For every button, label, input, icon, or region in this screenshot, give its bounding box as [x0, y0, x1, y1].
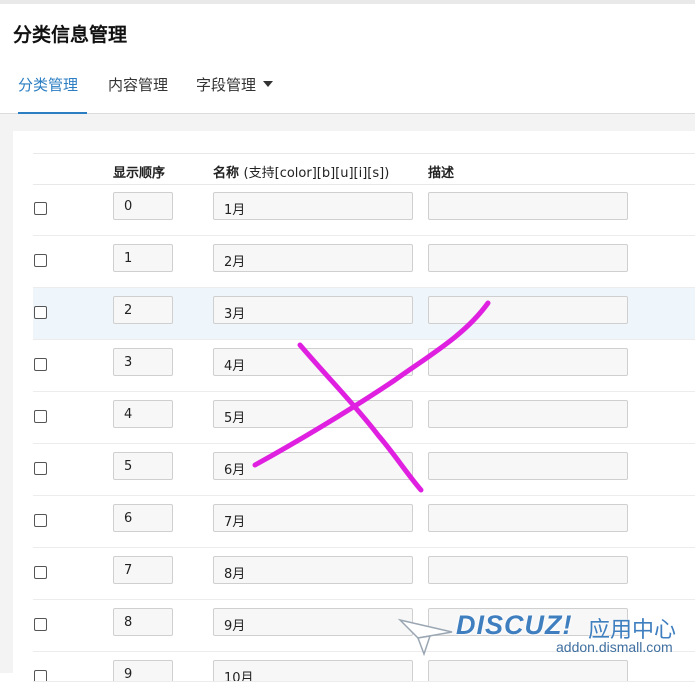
name-input[interactable]: 5月	[213, 400, 413, 428]
order-input[interactable]: 8	[113, 608, 173, 636]
row-checkbox[interactable]	[34, 566, 47, 579]
name-input[interactable]: 9月	[213, 608, 413, 636]
description-input[interactable]	[428, 504, 628, 532]
name-input[interactable]: 1月	[213, 192, 413, 220]
description-input[interactable]	[428, 296, 628, 324]
name-input[interactable]: 3月	[213, 296, 413, 324]
row-checkbox[interactable]	[34, 670, 47, 681]
description-input[interactable]	[428, 400, 628, 428]
order-input[interactable]: 5	[113, 452, 173, 480]
tab-label: 分类管理	[18, 76, 79, 94]
order-input[interactable]: 4	[113, 400, 173, 428]
name-input[interactable]: 4月	[213, 348, 413, 376]
order-input[interactable]: 6	[113, 504, 173, 532]
row-checkbox[interactable]	[34, 410, 47, 423]
chevron-down-icon	[263, 81, 274, 87]
order-input[interactable]: 1	[113, 244, 173, 272]
column-header-name-hint: (支持[color][b][u][i][s])	[243, 166, 390, 181]
table-row: 1 2月	[33, 236, 695, 288]
column-header-name: 名称 (支持[color][b][u][i][s])	[213, 162, 389, 181]
paper-plane-icon	[398, 618, 453, 656]
order-input[interactable]: 3	[113, 348, 173, 376]
table-row: 0 1月	[33, 184, 695, 236]
row-checkbox[interactable]	[34, 306, 47, 319]
name-input[interactable]: 7月	[213, 504, 413, 532]
tab-field-management[interactable]: 字段管理	[196, 74, 274, 112]
order-input[interactable]: 9	[113, 660, 173, 681]
name-input[interactable]: 8月	[213, 556, 413, 584]
tab-category-management[interactable]: 分类管理	[18, 74, 87, 114]
column-header-order: 显示顺序	[113, 166, 166, 181]
table-row: 3 4月	[33, 340, 695, 392]
page-title: 分类信息管理	[13, 24, 128, 46]
row-checkbox[interactable]	[34, 358, 47, 371]
description-input[interactable]	[428, 192, 628, 220]
tab-bar: 分类管理 内容管理 字段管理	[0, 62, 695, 114]
tab-label: 字段管理	[196, 76, 257, 94]
row-checkbox[interactable]	[34, 254, 47, 267]
description-input[interactable]	[428, 556, 628, 584]
table-row: 4 5月	[33, 392, 695, 444]
watermark-brand: DISCUZ!	[456, 610, 573, 640]
order-input[interactable]: 0	[113, 192, 173, 220]
row-checkbox[interactable]	[34, 618, 47, 631]
name-input[interactable]: 10月	[213, 660, 413, 681]
table-header: 显示顺序 名称 (支持[color][b][u][i][s]) 描述	[33, 153, 695, 185]
name-input[interactable]: 2月	[213, 244, 413, 272]
tab-content-management[interactable]: 内容管理	[108, 74, 168, 112]
description-input[interactable]	[428, 452, 628, 480]
row-checkbox[interactable]	[34, 514, 47, 527]
watermark: DISCUZ! 应用中心 addon.dismall.com	[398, 606, 695, 666]
table-row: 7 8月	[33, 548, 695, 600]
name-input[interactable]: 6月	[213, 452, 413, 480]
order-input[interactable]: 2	[113, 296, 173, 324]
tab-label: 内容管理	[108, 76, 169, 94]
top-border	[0, 0, 695, 4]
table-row: 5 6月	[33, 444, 695, 496]
column-header-description: 描述	[428, 166, 455, 181]
row-checkbox[interactable]	[34, 202, 47, 215]
description-input[interactable]	[428, 348, 628, 376]
order-input[interactable]: 7	[113, 556, 173, 584]
table-row: 6 7月	[33, 496, 695, 548]
table-row: 2 3月	[33, 288, 695, 340]
column-header-name-label: 名称	[213, 166, 240, 181]
row-checkbox[interactable]	[34, 462, 47, 475]
watermark-url: addon.dismall.com	[556, 639, 673, 655]
description-input[interactable]	[428, 244, 628, 272]
